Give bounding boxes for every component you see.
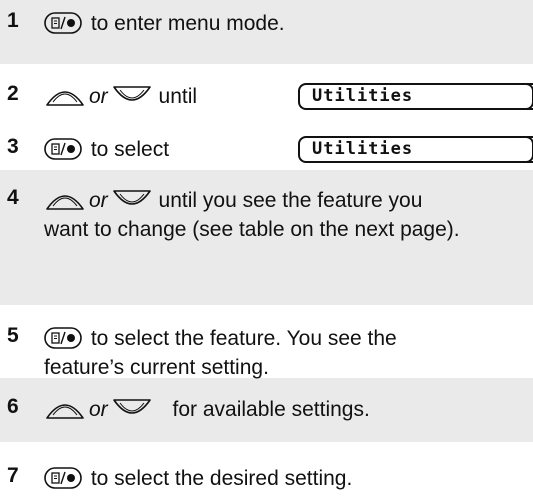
menu-select-button-icon	[44, 327, 82, 349]
step-text: to select the feature. You see the featu…	[44, 324, 523, 382]
or-label: or	[89, 398, 108, 421]
step-text-label: to select the feature. You see the	[85, 327, 397, 350]
scroll-up-key-icon	[44, 397, 86, 421]
step-text: or for available settings.	[44, 395, 523, 424]
scroll-down-key-icon	[111, 84, 153, 108]
lcd-display: Utilities	[298, 83, 533, 110]
lcd-display-text: Utilities	[312, 139, 414, 159]
step-text-continuation: want to change (see table on the next pa…	[44, 218, 460, 241]
menu-select-button-icon	[44, 138, 82, 160]
step-number: 3	[7, 135, 19, 158]
step-text-continuation: feature’s current setting.	[44, 356, 269, 379]
step-text-label: to enter menu mode.	[85, 12, 285, 35]
step-text-label: until	[158, 85, 198, 108]
menu-select-button-icon	[44, 12, 82, 34]
or-label: or	[89, 189, 108, 212]
step-number: 5	[7, 324, 19, 347]
step-number: 7	[7, 464, 19, 487]
scroll-down-key-icon	[111, 188, 153, 212]
scroll-up-key-icon	[44, 188, 86, 212]
step-text-label: to select the desired setting.	[85, 467, 353, 490]
scroll-up-key-icon	[44, 84, 86, 108]
step-text: to select the desired setting.	[44, 464, 523, 493]
menu-select-button-icon	[44, 467, 82, 489]
or-label: or	[89, 85, 108, 108]
scroll-down-key-icon	[111, 397, 153, 421]
lcd-display: Utilities	[298, 136, 533, 163]
step-number: 1	[7, 9, 19, 32]
step-number: 4	[7, 186, 19, 209]
step-text: or until you see the feature you want to…	[44, 186, 523, 244]
step-text-label: for available settings.	[172, 398, 370, 421]
step-number: 6	[7, 395, 19, 418]
instruction-page: 1 to enter menu mode. 2 or until Utiliti…	[0, 0, 533, 498]
step-number: 2	[7, 82, 19, 105]
step-text-label: to select	[85, 138, 170, 161]
lcd-display-text: Utilities	[312, 86, 414, 106]
step-text: to enter menu mode.	[44, 9, 523, 38]
step-text-label: until you see the feature you	[158, 189, 423, 212]
